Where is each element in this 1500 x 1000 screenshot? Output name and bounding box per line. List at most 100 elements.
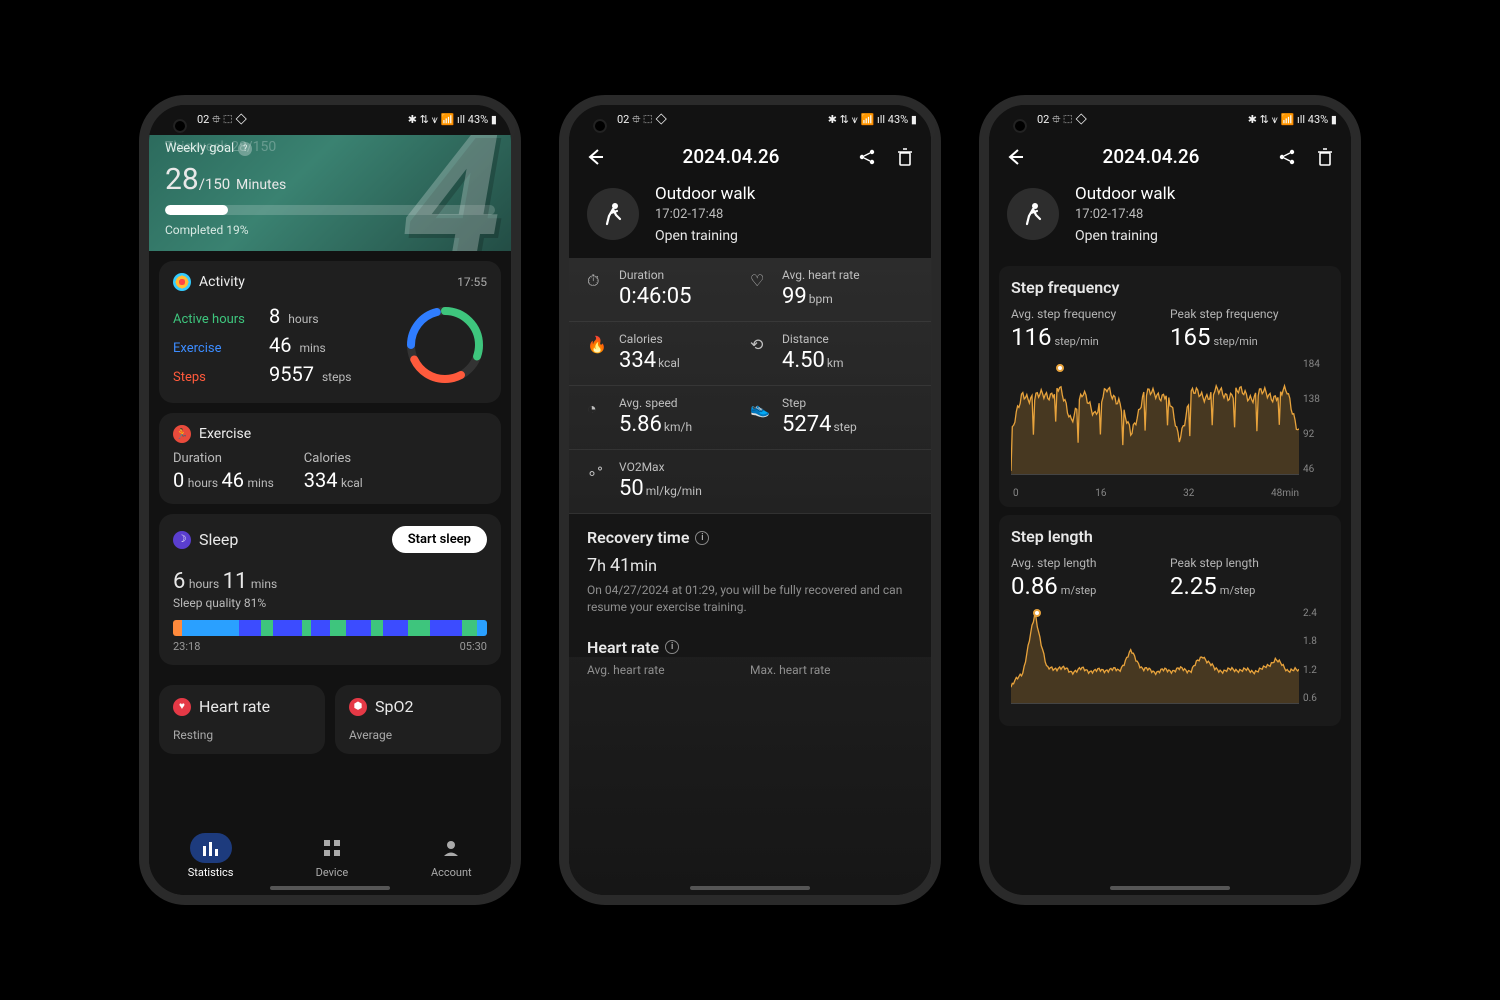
trash-icon[interactable] bbox=[1315, 147, 1335, 167]
activity-card[interactable]: Activity 17:55 Active hours 8 hours Exer… bbox=[159, 261, 501, 403]
avg-step-len-label: Avg. step length bbox=[1011, 556, 1170, 570]
back-icon[interactable] bbox=[1005, 147, 1025, 167]
sleep-stage-bar bbox=[173, 620, 487, 636]
runner-icon: 🏃 bbox=[173, 425, 191, 443]
exercise-card[interactable]: 🏃 Exercise Duration 0 hours 46 mins Calo… bbox=[159, 413, 501, 504]
duration-label: Duration bbox=[173, 451, 274, 466]
max-hr-label: Max. heart rate bbox=[750, 663, 913, 677]
tab-statistics[interactable]: Statistics bbox=[188, 833, 234, 879]
hero-ghost-text: This week 28/150 bbox=[165, 139, 276, 155]
heart-icon: ♥ bbox=[173, 698, 191, 716]
info-icon[interactable]: i bbox=[695, 531, 709, 545]
gauge-icon: ◔ bbox=[587, 399, 609, 419]
workout-header-row[interactable]: Outdoor walk 17:02-17:48 Open training bbox=[989, 176, 1351, 258]
stat-speed: ◔ Avg. speed 5.86km/h bbox=[587, 396, 750, 437]
sleep-start-time: 23:18 bbox=[173, 640, 200, 653]
heart-rate-card[interactable]: ♥ Heart rate Resting bbox=[159, 685, 325, 754]
steps-value: 9557 bbox=[269, 362, 314, 386]
weekly-goal-value: 28/150 Minutes bbox=[165, 162, 495, 197]
workout-time-range: 17:02-17:48 bbox=[655, 207, 755, 222]
grid-icon bbox=[311, 833, 353, 863]
active-hours-label: Active hours bbox=[173, 312, 261, 327]
heart-rate-section[interactable]: Heart rate i bbox=[569, 624, 931, 657]
detail-header: 2024.04.26 bbox=[569, 135, 931, 176]
calories-value: 334 kcal bbox=[304, 468, 363, 492]
step-length-card[interactable]: Step length Avg. step length 0.86m/step … bbox=[999, 515, 1341, 726]
walking-icon bbox=[587, 188, 639, 240]
stat-vo2max: ∘° VO2Max 50ml/kg/min bbox=[587, 460, 750, 501]
peak-step-freq-label: Peak step frequency bbox=[1170, 307, 1329, 321]
activity-time: 17:55 bbox=[457, 275, 487, 289]
sleep-title: Sleep bbox=[199, 530, 238, 549]
status-right: ✱ ⇅ ⩛ 📶 ıll 43% ▮ bbox=[408, 113, 497, 127]
recovery-title: Recovery time bbox=[587, 528, 689, 547]
spo2-title: SpO2 bbox=[375, 697, 413, 716]
steps-label: Steps bbox=[173, 370, 261, 385]
workout-name: Outdoor walk bbox=[1075, 184, 1175, 204]
spo2-card[interactable]: ⬢ SpO2 Average bbox=[335, 685, 501, 754]
calories-label: Calories bbox=[304, 451, 363, 466]
exercise-label: Exercise bbox=[173, 341, 261, 356]
header-date: 2024.04.26 bbox=[1103, 145, 1200, 168]
workout-name: Outdoor walk bbox=[655, 184, 755, 204]
share-icon[interactable] bbox=[1277, 147, 1297, 167]
step-length-chart: 2.4 1.8 1.2 0.6 bbox=[1011, 608, 1329, 718]
step-frequency-title: Step frequency bbox=[1011, 278, 1329, 297]
activity-ring bbox=[403, 303, 487, 387]
recovery-duration: 7h41min bbox=[587, 555, 913, 576]
back-icon[interactable] bbox=[585, 147, 605, 167]
person-icon bbox=[430, 833, 472, 863]
step-frequency-card[interactable]: Step frequency Avg. step frequency 116st… bbox=[999, 266, 1341, 507]
bubbles-icon: ∘° bbox=[587, 463, 609, 482]
workout-time-range: 17:02-17:48 bbox=[1075, 207, 1175, 222]
open-training-link[interactable]: Open training bbox=[1075, 228, 1175, 244]
sleep-end-time: 05:30 bbox=[460, 640, 487, 653]
avg-hr-label: Avg. heart rate bbox=[587, 663, 750, 677]
recovery-section[interactable]: Recovery time i 7h41min On 04/27/2024 at… bbox=[569, 514, 931, 624]
peak-step-freq-value: 165 bbox=[1170, 323, 1210, 351]
hr-section-title: Heart rate bbox=[587, 638, 659, 657]
sleep-duration: 6 hours 11 mins bbox=[173, 569, 487, 594]
detail-header: 2024.04.26 bbox=[989, 135, 1351, 176]
recovery-description: On 04/27/2024 at 01:29, you will be full… bbox=[587, 582, 913, 616]
heart-rate-title: Heart rate bbox=[199, 697, 270, 716]
activity-title: Activity bbox=[199, 274, 245, 290]
walking-icon bbox=[1007, 188, 1059, 240]
open-training-link[interactable]: Open training bbox=[655, 228, 755, 244]
tab-device[interactable]: Device bbox=[311, 833, 353, 879]
avg-step-len-value: 0.86 bbox=[1011, 572, 1058, 600]
route-icon: ⟲ bbox=[750, 335, 772, 354]
info-icon[interactable]: i bbox=[665, 640, 679, 654]
heart-rate-sub: Resting bbox=[173, 728, 311, 742]
stat-duration: ⏱ Duration 0:46:05 bbox=[587, 268, 750, 309]
header-date: 2024.04.26 bbox=[683, 145, 780, 168]
peak-step-len-label: Peak step length bbox=[1170, 556, 1329, 570]
share-icon[interactable] bbox=[857, 147, 877, 167]
active-hours-value: 8 bbox=[269, 304, 280, 328]
flame-icon: 🔥 bbox=[587, 335, 609, 354]
sleep-card[interactable]: ☽ Sleep Start sleep 6 hours 11 mins Slee… bbox=[159, 514, 501, 665]
avg-step-freq-value: 116 bbox=[1011, 323, 1051, 351]
step-frequency-chart: 184 138 92 46 0 16 32 48min bbox=[1011, 359, 1329, 499]
avg-step-freq-label: Avg. step frequency bbox=[1011, 307, 1170, 321]
peak-step-len-value: 2.25 bbox=[1170, 572, 1217, 600]
status-bar: 02 ⯐ ⬚ ◇ ✱ ⇅ ⩛ 📶 ıll 43% ▮ bbox=[989, 105, 1351, 135]
heart-outline-icon: ♡ bbox=[750, 271, 772, 290]
tab-account[interactable]: Account bbox=[430, 833, 472, 879]
trash-icon[interactable] bbox=[895, 147, 915, 167]
stat-step: 👟 Step 5274step bbox=[750, 396, 913, 437]
weekly-goal-hero[interactable]: 4 This week 28/150 Weekly goal ? 28/150 … bbox=[149, 135, 511, 251]
sleep-quality: Sleep quality 81% bbox=[173, 596, 487, 610]
stat-avg-hr: ♡ Avg. heart rate 99bpm bbox=[750, 268, 913, 309]
spo2-sub: Average bbox=[349, 728, 487, 742]
activity-icon bbox=[173, 273, 191, 291]
status-bar: 02 ⯐ ⬚ ◇ ✱ ⇅ ⩛ 📶 ıll 43% ▮ bbox=[149, 105, 511, 135]
stopwatch-icon: ⏱ bbox=[587, 271, 609, 291]
duration-value: 0 hours 46 mins bbox=[173, 468, 274, 492]
step-length-title: Step length bbox=[1011, 527, 1329, 546]
moon-icon: ☽ bbox=[173, 531, 191, 549]
stat-calories: 🔥 Calories 334kcal bbox=[587, 332, 750, 373]
workout-header-row[interactable]: Outdoor walk 17:02-17:48 Open training bbox=[569, 176, 931, 258]
start-sleep-button[interactable]: Start sleep bbox=[392, 526, 487, 553]
status-bar: 02 ⯐ ⬚ ◇ ✱ ⇅ ⩛ 📶 ıll 43% ▮ bbox=[569, 105, 931, 135]
